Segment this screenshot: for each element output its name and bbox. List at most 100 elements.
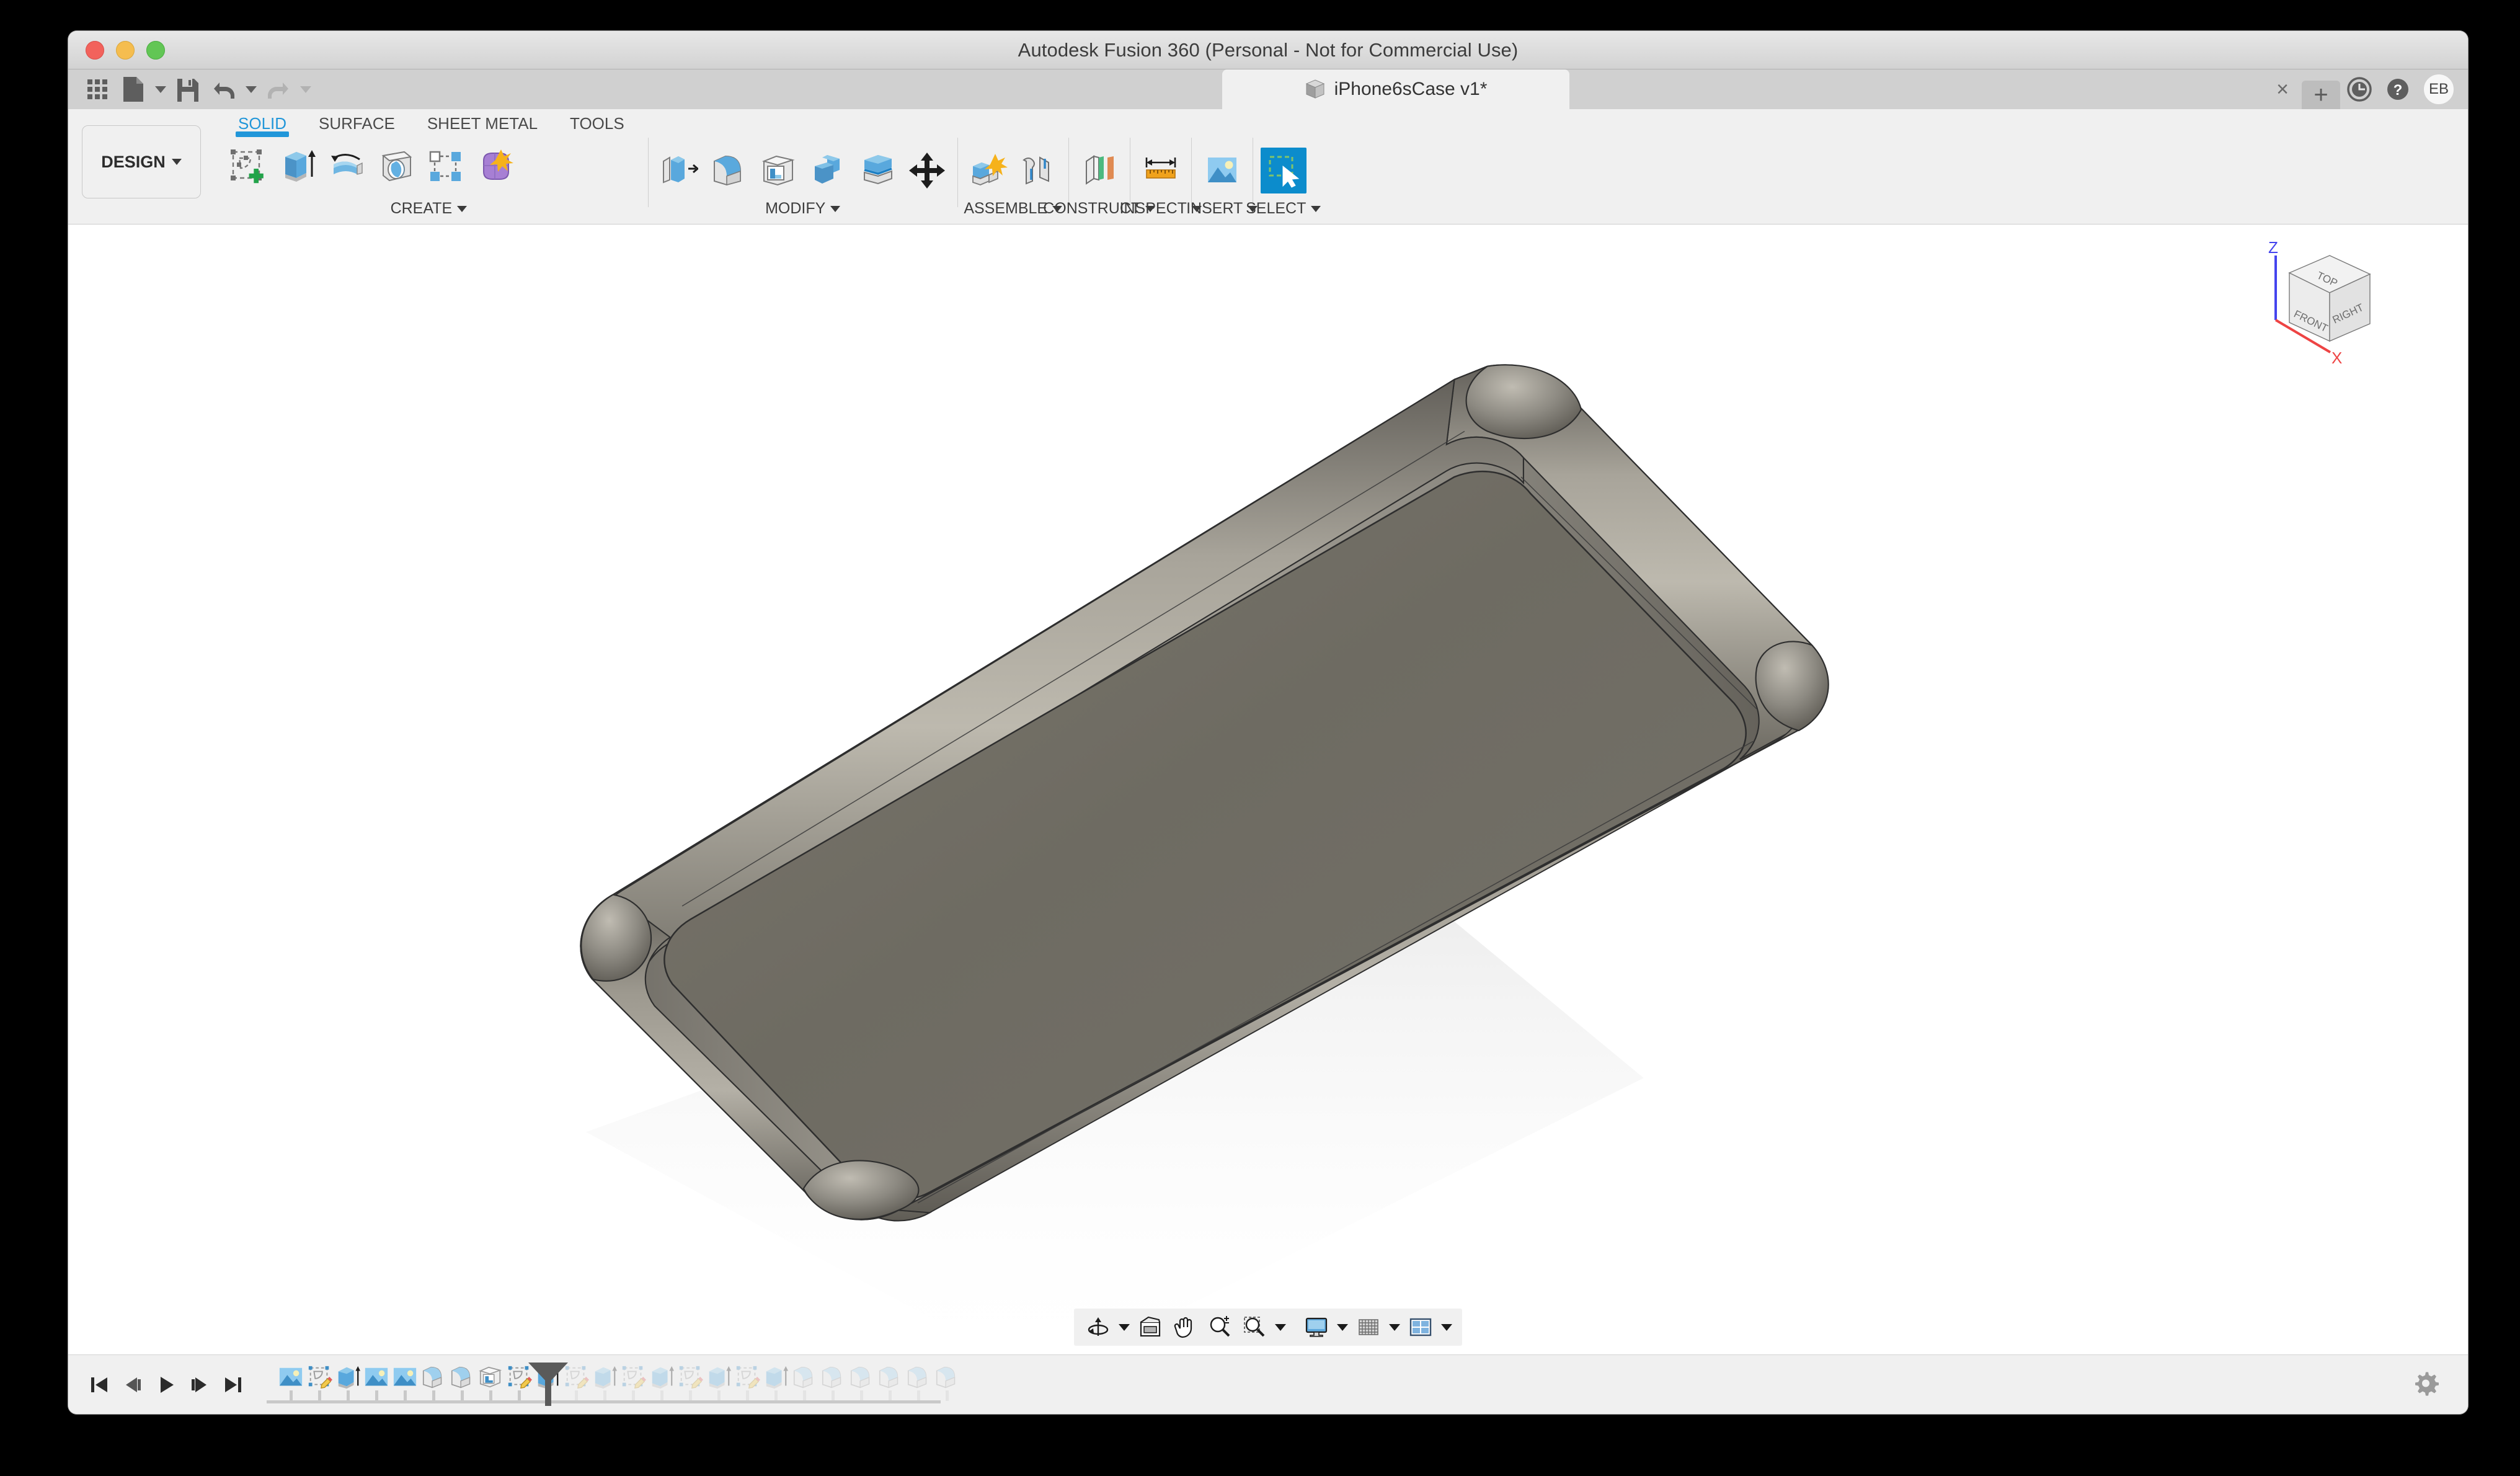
timeline-tick — [375, 1390, 378, 1401]
press-pull-button[interactable] — [656, 148, 702, 193]
split-face-icon — [863, 155, 892, 185]
timeline-tick — [831, 1390, 835, 1401]
fillet-button[interactable] — [706, 148, 752, 193]
timeline-tick — [432, 1390, 435, 1401]
document-tab-label: iPhone6sCase v1* — [1334, 79, 1488, 99]
viewports-button[interactable] — [1404, 1312, 1437, 1342]
timeline-marker[interactable] — [528, 1362, 568, 1406]
combine-button[interactable] — [805, 148, 851, 193]
move-copy-button[interactable] — [904, 148, 950, 193]
zoom-window-button[interactable] — [1238, 1312, 1271, 1342]
chevron-down-icon — [1119, 1323, 1130, 1331]
rectangular-pattern-button[interactable] — [423, 143, 469, 189]
go-to-beginning-button[interactable] — [86, 1371, 113, 1399]
split-face-button[interactable] — [854, 148, 900, 193]
redo-button[interactable] — [260, 71, 296, 107]
step-forward-button[interactable] — [186, 1371, 213, 1399]
orbit-caret-button[interactable] — [1116, 1312, 1132, 1342]
viewports-caret-button[interactable] — [1439, 1312, 1455, 1342]
window-title: Autodesk Fusion 360 (Personal - Not for … — [1018, 38, 1519, 61]
shell-icon — [761, 155, 795, 186]
viewcube-body[interactable] — [2288, 255, 2371, 342]
timeline-settings-button[interactable] — [2412, 1369, 2439, 1400]
close-document-tab-button[interactable]: × — [2263, 69, 2302, 109]
step-forward-icon — [192, 1377, 206, 1392]
timeline-feature-fillet[interactable] — [928, 1364, 966, 1401]
view-cube[interactable]: Z X TOP FRONT RIGHT — [2252, 237, 2407, 367]
joint-button[interactable] — [1015, 148, 1061, 193]
inspect-group-label[interactable]: INSPECT — [1120, 200, 1202, 218]
display-settings-button[interactable] — [1300, 1312, 1333, 1342]
display-settings-caret-button[interactable] — [1334, 1312, 1351, 1342]
undo-button[interactable] — [206, 71, 242, 107]
extrude-button[interactable] — [274, 143, 320, 189]
create-form-button[interactable] — [472, 143, 518, 189]
sweep-button[interactable] — [373, 143, 419, 189]
insert-label-text: INSERT — [1186, 200, 1243, 217]
new-document-tab-button[interactable]: + — [2302, 81, 2340, 109]
svg-text:?: ? — [2394, 82, 2403, 99]
tab-solid-label: SOLID — [238, 114, 287, 133]
insert-group-label[interactable]: INSERT — [1186, 200, 1258, 218]
tab-sheet-metal[interactable]: SHEET METAL — [411, 109, 554, 133]
show-data-panel-button[interactable] — [79, 71, 115, 107]
revolve-button[interactable] — [324, 143, 370, 189]
construct-group-buttons — [1076, 148, 1122, 193]
timeline-track[interactable] — [267, 1355, 967, 1415]
chevron-down-icon — [171, 159, 182, 165]
pattern-icon — [429, 151, 461, 181]
document-tab-iphone6scase[interactable]: iPhone6sCase v1* — [1222, 69, 1569, 109]
modify-group-label[interactable]: MODIFY — [649, 200, 957, 218]
help-button[interactable]: ? — [2379, 69, 2417, 109]
file-menu-button[interactable] — [115, 71, 151, 107]
job-status-button[interactable] — [2340, 69, 2379, 109]
select-tool-button[interactable] — [1260, 148, 1307, 193]
chevron-down-icon — [1337, 1323, 1348, 1331]
viewports-icon — [1409, 1318, 1432, 1336]
user-avatar[interactable]: EB — [2423, 74, 2454, 105]
workspace-switcher-button[interactable]: DESIGN — [82, 125, 201, 198]
grid-mesh-icon — [1359, 1319, 1378, 1335]
zoom-button[interactable] — [1203, 1312, 1236, 1342]
file-menu-caret-button[interactable] — [151, 71, 170, 107]
insert-canvas-button[interactable] — [1199, 148, 1245, 193]
ruler-icon — [1145, 158, 1176, 179]
play-icon — [161, 1376, 174, 1393]
shell-button[interactable] — [755, 148, 801, 193]
create-group-label[interactable]: CREATE — [210, 200, 648, 218]
grid-snaps-caret-button[interactable] — [1386, 1312, 1403, 1342]
offset-plane-button[interactable] — [1076, 148, 1122, 193]
grid-snaps-button[interactable] — [1352, 1312, 1385, 1342]
select-group-buttons — [1260, 148, 1307, 193]
redo-caret-button[interactable] — [296, 71, 315, 107]
tab-tools[interactable]: TOOLS — [554, 109, 641, 133]
quick-access-toolbar — [68, 69, 324, 109]
create-sketch-button[interactable] — [224, 143, 270, 189]
undo-caret-button[interactable] — [242, 71, 260, 107]
file-icon — [123, 77, 143, 102]
step-back-button[interactable] — [119, 1371, 146, 1399]
timeline-tick — [517, 1390, 521, 1401]
timeline-tick — [660, 1390, 663, 1401]
look-at-button[interactable] — [1134, 1312, 1167, 1342]
save-button[interactable] — [170, 71, 206, 107]
new-component-button[interactable] — [965, 148, 1011, 193]
timeline-tick — [688, 1390, 692, 1401]
zoom-window-caret-button[interactable] — [1272, 1312, 1289, 1342]
axis-label-x: X — [2331, 349, 2342, 367]
select-group-label[interactable]: SELECT — [1246, 200, 1321, 218]
close-icon: × — [2276, 78, 2289, 101]
3d-viewport[interactable]: Z X TOP FRONT RIGHT — [68, 225, 2468, 1354]
pan-button[interactable] — [1168, 1312, 1202, 1342]
timeline-tick — [603, 1390, 606, 1401]
orbit-button[interactable] — [1081, 1312, 1115, 1342]
model-canvas[interactable] — [68, 225, 2468, 1354]
timeline-tick — [460, 1390, 464, 1401]
measure-button[interactable] — [1138, 148, 1184, 193]
play-button[interactable] — [153, 1371, 180, 1399]
timeline-tick — [916, 1390, 920, 1401]
cube-icon — [1305, 79, 1324, 99]
tab-surface[interactable]: SURFACE — [303, 109, 411, 133]
tab-solid[interactable]: SOLID — [222, 109, 303, 137]
go-to-end-button[interactable] — [220, 1371, 247, 1399]
